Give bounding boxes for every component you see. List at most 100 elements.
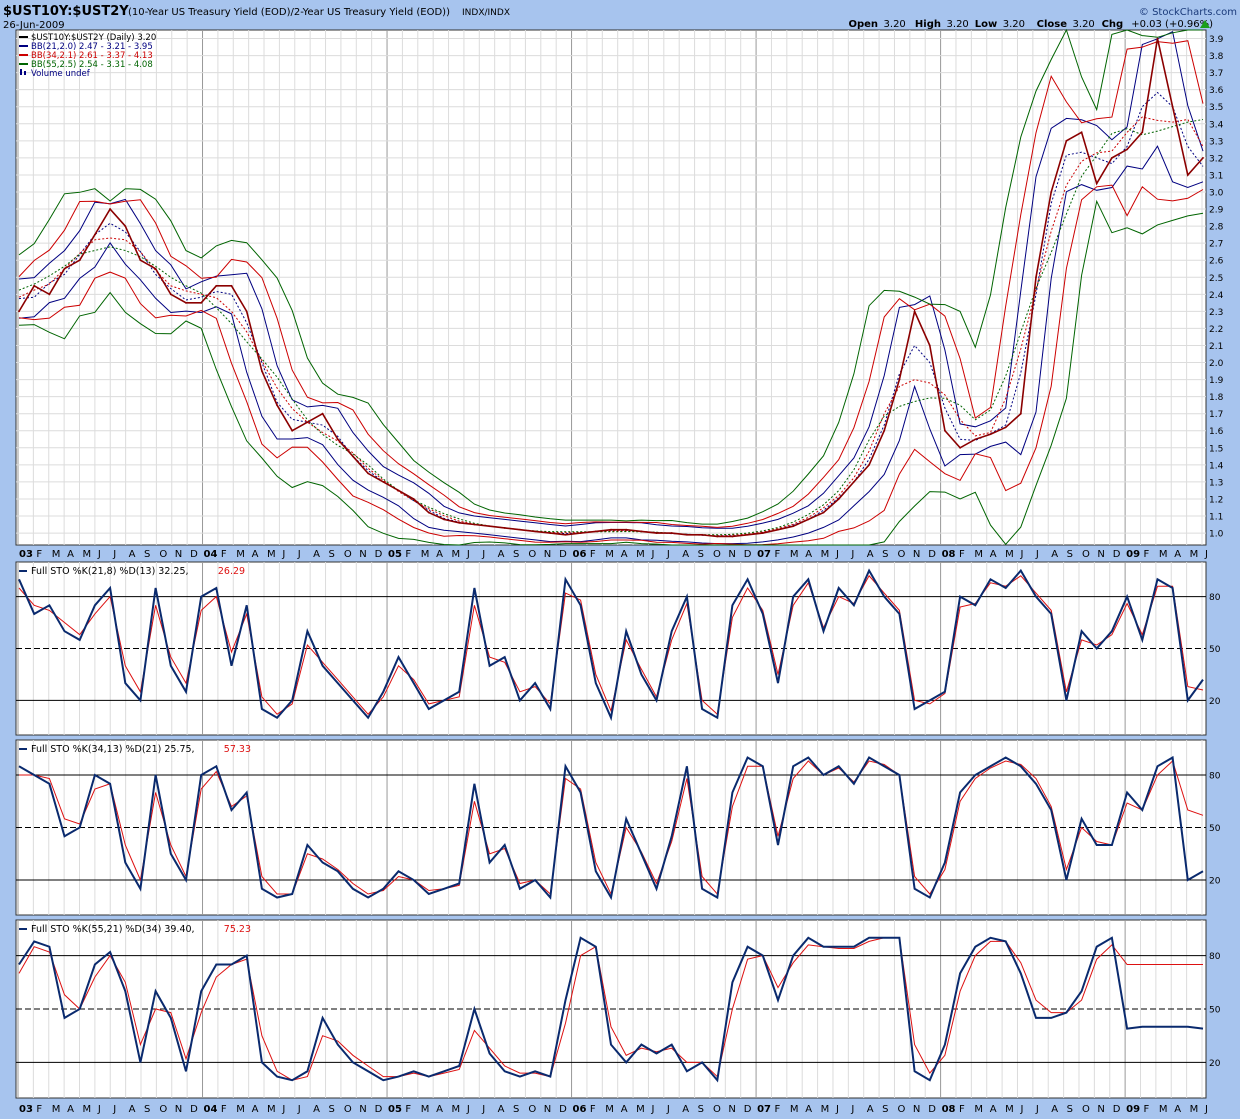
price-point	[260, 370, 263, 372]
price-point	[169, 293, 172, 296]
y-tick-label: 3.9	[1209, 35, 1224, 45]
month-tick-label: A	[129, 1104, 136, 1115]
month-tick-label: M	[52, 1104, 61, 1115]
ohlc-value: 3.20	[947, 19, 969, 30]
month-tick-label: M	[421, 1104, 430, 1115]
month-tick-label: 05	[388, 549, 402, 560]
month-tick-label: S	[513, 549, 519, 560]
sto-legend-k: Full STO %K(21,8) %D(13) 32.25,	[31, 566, 189, 577]
price-point	[33, 284, 36, 287]
month-tick-label: M	[636, 1104, 645, 1115]
price-point	[1171, 105, 1174, 108]
month-tick-label: J	[281, 1104, 285, 1115]
price-point	[488, 525, 491, 528]
y-tick-label: 1.4	[1209, 461, 1224, 471]
price-point	[109, 208, 111, 210]
month-tick-label: 03	[19, 1104, 33, 1115]
price-point	[503, 527, 506, 529]
month-tick-label: N	[913, 549, 920, 560]
y-tick-label: 80	[1209, 772, 1221, 782]
month-tick-label: F	[221, 549, 227, 560]
price-point	[989, 433, 992, 436]
price-point	[93, 233, 96, 236]
month-tick-label: S	[1067, 1104, 1073, 1115]
price-panel: 1.0 1.1 1.2 1.3 1.4 1.5 1.6 1.7 1.8 1.9 2.0 2.1 2.2 2…	[15, 28, 1224, 546]
month-tick-label: M	[821, 1104, 830, 1115]
month-tick-label: A	[313, 1104, 320, 1115]
price-point	[215, 284, 218, 287]
month-tick-label: F	[1143, 549, 1149, 560]
price-point	[1050, 191, 1053, 193]
price-point	[412, 498, 415, 500]
month-tick-label: O	[159, 549, 167, 560]
month-tick-label: S	[698, 549, 704, 560]
month-tick-label: O	[1082, 549, 1090, 560]
stock-chart: $UST10Y:$UST2Y (10-Year US Treasury Yiel…	[0, 0, 1240, 1119]
month-tick-label: O	[344, 1104, 352, 1115]
price-point	[761, 532, 764, 534]
y-tick-label: 3.5	[1209, 103, 1223, 113]
month-tick-label: A	[682, 549, 689, 560]
ohlc-value: +0.03 (+0.96%)	[1131, 19, 1213, 30]
y-tick-label: 20	[1209, 1059, 1221, 1069]
month-tick-label: J	[666, 549, 670, 560]
sto-panel-34-13: 20 50 80 Full STO %K(34,13) %D(21) 25.75, 57…	[15, 739, 1221, 916]
month-tick-label: M	[1005, 549, 1014, 560]
header-exchange: INDX/INDX	[462, 8, 510, 18]
month-tick-label: J	[466, 549, 470, 560]
month-tick-label: D	[190, 1104, 198, 1115]
price-point	[519, 528, 521, 531]
month-tick-label: 07	[757, 1104, 771, 1115]
volume-icon	[24, 71, 26, 75]
month-tick-label: J	[112, 1104, 116, 1115]
price-point	[1202, 156, 1204, 159]
ohlc-label: High	[915, 19, 941, 30]
y-tick-label: 3.2	[1209, 154, 1223, 164]
month-tick-label: M	[421, 549, 430, 560]
month-tick-label: M	[267, 549, 276, 560]
price-point	[200, 301, 203, 304]
price-point	[822, 511, 825, 514]
month-tick-label: F	[36, 1104, 42, 1115]
price-point	[579, 532, 582, 534]
y-tick-label: 1.2	[1209, 495, 1223, 505]
price-point	[276, 404, 278, 407]
price-point	[777, 528, 779, 531]
month-tick-label: D	[1113, 549, 1121, 560]
header-description: (10-Year US Treasury Yield (EOD)/2-Year …	[128, 7, 450, 18]
month-tick-label: A	[129, 549, 136, 560]
month-tick-label: S	[882, 1104, 888, 1115]
month-tick-label: M	[790, 1104, 799, 1115]
month-tick-label: D	[375, 1104, 383, 1115]
month-tick-label: S	[698, 1104, 704, 1115]
price-point	[837, 498, 840, 500]
price-point	[685, 533, 688, 536]
month-tick-label: A	[1174, 549, 1181, 560]
ohlc-label: Chg	[1102, 19, 1124, 30]
month-tick-label: N	[544, 549, 551, 560]
month-tick-label: M	[52, 549, 61, 560]
month-tick-label: J	[466, 1104, 470, 1115]
month-tick-label: F	[959, 1104, 965, 1115]
y-tick-label: 1.9	[1209, 376, 1224, 386]
month-tick-label: A	[1051, 549, 1058, 560]
price-point	[625, 528, 628, 531]
month-tick-label: N	[544, 1104, 551, 1115]
month-tick-label: F	[405, 1104, 411, 1115]
month-tick-label: J	[281, 549, 285, 560]
price-point	[1141, 131, 1144, 134]
month-tick-label: 04	[204, 549, 218, 560]
price-point	[1035, 276, 1037, 279]
month-tick-label: S	[1067, 549, 1073, 560]
month-tick-label: A	[805, 1104, 812, 1115]
price-point	[913, 310, 916, 313]
month-tick-label: S	[513, 1104, 519, 1115]
month-tick-label: O	[528, 549, 536, 560]
month-tick-label: O	[1082, 1104, 1090, 1115]
month-tick-label: D	[559, 549, 567, 560]
month-tick-label: A	[67, 1104, 74, 1115]
price-point	[670, 532, 673, 534]
month-tick-label: M	[236, 549, 245, 560]
month-tick-label: S	[144, 549, 150, 560]
month-tick-label: N	[728, 549, 735, 560]
